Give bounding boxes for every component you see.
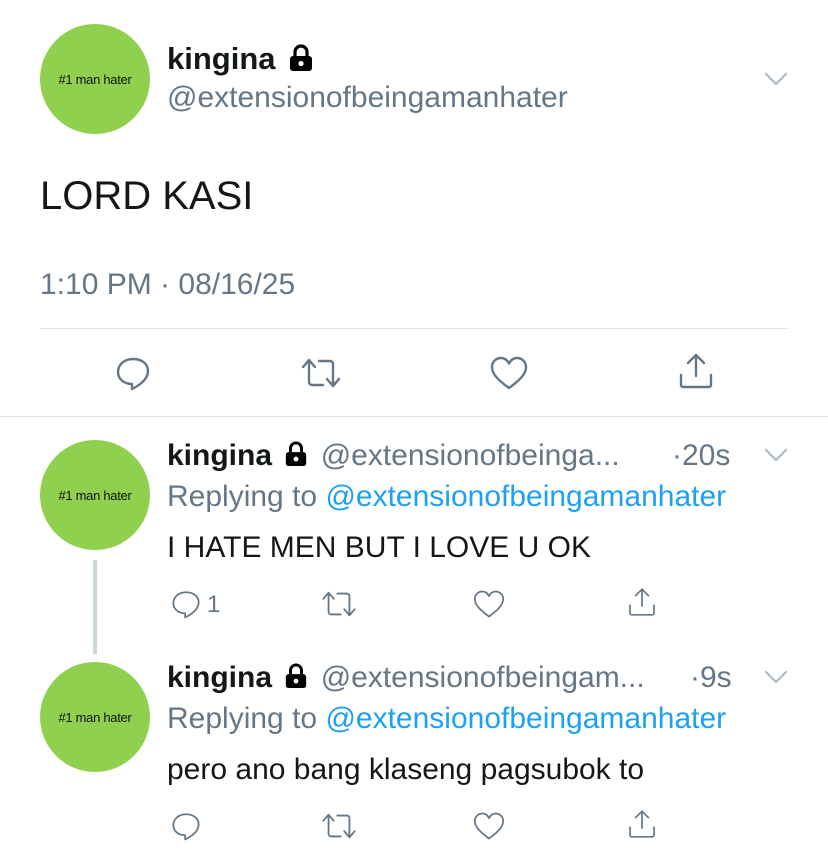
tweet-text: LORD KASI [40, 174, 254, 218]
replying-to: Replying to @extensionofbeingamanhater [167, 700, 726, 738]
lock-icon [290, 44, 313, 71]
replying-to: Replying to @extensionofbeingamanhater [167, 478, 726, 516]
like-icon[interactable] [486, 350, 532, 396]
replying-to-handle[interactable]: @extensionofbeingamanhater [325, 702, 726, 735]
author-name[interactable]: kingina [167, 661, 272, 694]
reply-icon[interactable] [168, 586, 204, 622]
author-name[interactable]: kingina [167, 439, 272, 472]
chevron-down-icon[interactable] [762, 666, 790, 688]
reply-header: kingina @extensionofbeinga... [167, 437, 620, 475]
divider [40, 328, 788, 329]
reply-text: I HATE MEN BUT I LOVE U OK [167, 531, 591, 564]
retweet-icon[interactable] [296, 350, 346, 396]
author-name-text: kingina [167, 41, 276, 76]
chevron-down-icon[interactable] [762, 444, 790, 466]
author-handle[interactable]: @extensionofbeingam... [321, 661, 645, 694]
share-icon[interactable] [624, 806, 660, 842]
section-divider [0, 416, 828, 417]
reply-icon[interactable] [110, 350, 156, 396]
reply-time[interactable]: ·20s [672, 437, 730, 475]
like-icon[interactable] [470, 808, 508, 844]
replying-to-prefix: Replying to [167, 702, 318, 735]
share-icon[interactable] [673, 348, 719, 394]
reply-header: kingina @extensionofbeingam... [167, 659, 645, 697]
reply-time[interactable]: ·9s [690, 659, 732, 697]
retweet-icon[interactable] [318, 586, 360, 622]
tweet-timestamp[interactable]: 1:10 PM · 08/16/25 [40, 267, 295, 303]
avatar[interactable]: #1 man hater [40, 662, 150, 772]
replying-to-prefix: Replying to [167, 480, 318, 513]
author-name[interactable]: kingina [167, 40, 314, 78]
author-handle[interactable]: @extensionofbeinga... [321, 439, 620, 472]
avatar[interactable]: #1 man hater [40, 440, 150, 550]
chevron-down-icon[interactable] [760, 66, 792, 92]
avatar-text: #1 man hater [58, 709, 132, 725]
lock-icon [286, 441, 307, 467]
reply-text: pero ano bang klaseng pagsubok to [167, 753, 645, 786]
avatar-text: #1 man hater [58, 71, 132, 87]
avatar-text: #1 man hater [58, 487, 132, 503]
author-handle[interactable]: @extensionofbeingamanhater [167, 80, 568, 116]
lock-icon [286, 663, 307, 689]
retweet-icon[interactable] [318, 808, 360, 844]
like-icon[interactable] [470, 586, 508, 622]
thread-line [93, 560, 97, 654]
replying-to-handle[interactable]: @extensionofbeingamanhater [325, 480, 726, 513]
share-icon[interactable] [624, 584, 660, 620]
reply-count: 1 [207, 591, 221, 618]
avatar[interactable]: #1 man hater [40, 24, 150, 134]
reply-icon[interactable] [168, 808, 204, 844]
